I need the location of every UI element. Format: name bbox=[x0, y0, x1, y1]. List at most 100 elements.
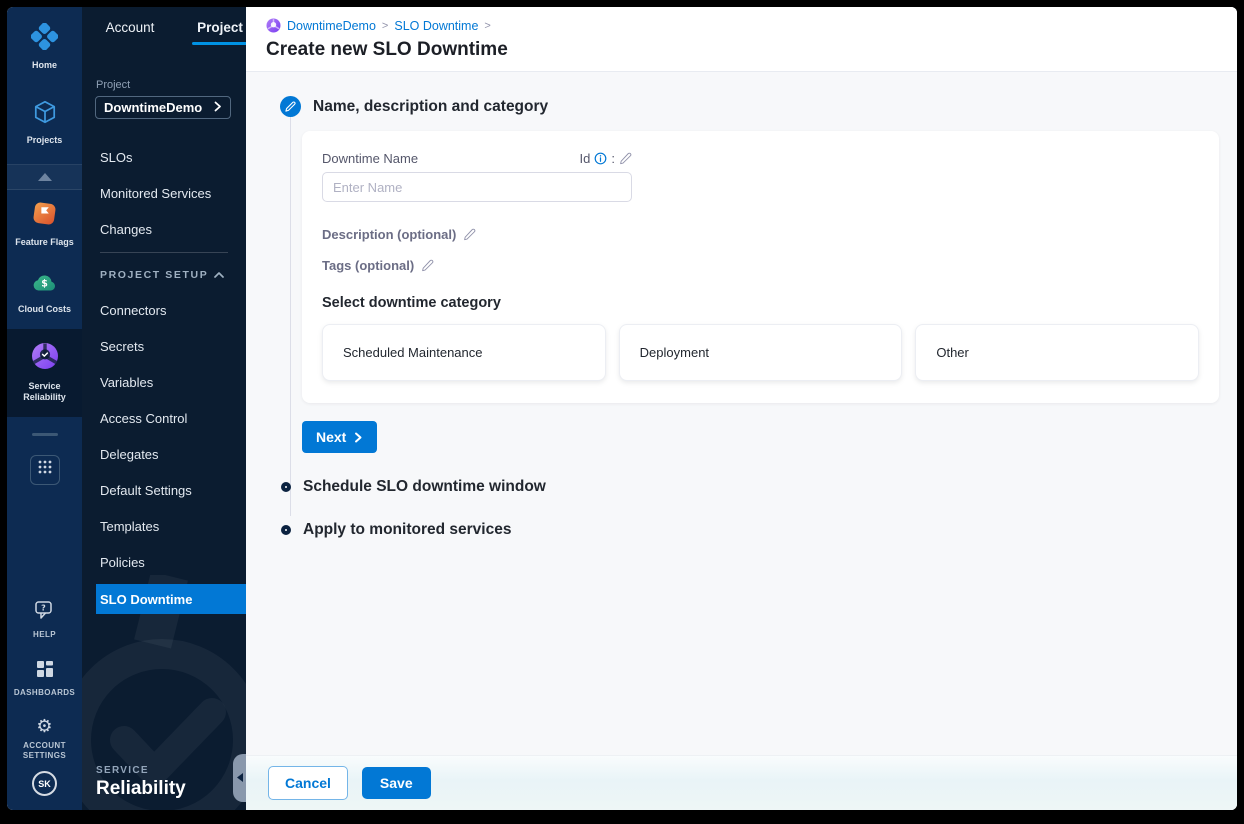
step-1-title: Name, description and category bbox=[313, 97, 549, 115]
tags-label: Tags (optional) bbox=[322, 258, 415, 273]
nav-home[interactable]: Home bbox=[7, 19, 82, 75]
step-2-header[interactable]: Schedule SLO downtime window bbox=[280, 478, 1219, 496]
sidebar-item-templates[interactable]: Templates bbox=[82, 508, 246, 544]
scope-tabs: Account Project bbox=[82, 7, 246, 45]
step-3-radio-icon bbox=[281, 525, 291, 535]
breadcrumb-project-link[interactable]: DowntimeDemo bbox=[287, 19, 376, 33]
chevron-right-icon bbox=[354, 432, 363, 443]
sidebar-item-access-control[interactable]: Access Control bbox=[82, 400, 246, 436]
nav-home-label: Home bbox=[31, 60, 57, 70]
module-name: Reliability bbox=[96, 778, 186, 799]
page-header: DowntimeDemo > SLO Downtime > Create new… bbox=[246, 7, 1237, 72]
nav-service-reliability-label: Service Reliability bbox=[23, 381, 66, 403]
tab-account[interactable]: Account bbox=[102, 20, 158, 45]
collapse-left-icon bbox=[236, 769, 243, 787]
module-label: SERVICE Reliability bbox=[96, 765, 186, 800]
sidebar-item-changes[interactable]: Changes bbox=[82, 211, 246, 247]
action-footer: Cancel Save bbox=[246, 755, 1237, 810]
category-card-other[interactable]: Other bbox=[915, 324, 1200, 381]
dashboards-icon bbox=[36, 660, 54, 683]
sidebar-item-connectors[interactable]: Connectors bbox=[82, 292, 246, 328]
info-icon[interactable] bbox=[594, 152, 607, 165]
nav-feature-flags[interactable]: Feature Flags bbox=[7, 196, 82, 252]
nav-help-label: HELP bbox=[33, 630, 56, 639]
cloud-costs-icon: $ bbox=[31, 270, 59, 299]
sidebar-item-default-settings[interactable]: Default Settings bbox=[82, 472, 246, 508]
tab-project-label: Project bbox=[197, 20, 243, 35]
app-window: Home Projects Feature Flags $ Cloud Cost… bbox=[7, 7, 1237, 810]
nav-projects-label: Projects bbox=[26, 135, 63, 146]
scroll-up-icon bbox=[37, 168, 52, 186]
nav-cloud-costs[interactable]: $ Cloud Costs bbox=[7, 266, 82, 319]
user-avatar[interactable]: SK bbox=[32, 771, 57, 796]
tab-account-label: Account bbox=[105, 20, 155, 35]
breadcrumb-separator: > bbox=[381, 19, 389, 32]
name-description-form: Downtime Name Id : Description (opt bbox=[302, 131, 1219, 403]
projects-cube-icon bbox=[32, 99, 58, 130]
nav-feature-flags-label: Feature Flags bbox=[15, 236, 74, 247]
nav-account-settings-label: ACCOUNT SETTINGS bbox=[22, 741, 67, 760]
chevron-up-icon bbox=[214, 269, 224, 281]
srm-module-icon bbox=[266, 18, 281, 33]
main-area: DowntimeDemo > SLO Downtime > Create new… bbox=[246, 7, 1237, 810]
feature-flags-icon bbox=[31, 200, 58, 232]
chevron-right-icon bbox=[214, 99, 222, 117]
downtime-name-input[interactable] bbox=[322, 172, 632, 202]
nav-projects[interactable]: Projects bbox=[7, 95, 82, 150]
tab-project[interactable]: Project bbox=[192, 20, 246, 45]
help-chat-icon: ? bbox=[34, 600, 56, 625]
project-selector-value: DowntimeDemo bbox=[104, 100, 203, 115]
step-1-active-icon bbox=[280, 96, 301, 117]
sidebar-item-secrets[interactable]: Secrets bbox=[82, 328, 246, 364]
sidebar-item-slos[interactable]: SLOs bbox=[82, 139, 246, 175]
category-cards: Scheduled Maintenance Deployment Other bbox=[322, 324, 1200, 381]
edit-description-pencil-icon[interactable] bbox=[463, 228, 476, 241]
category-card-scheduled-maintenance[interactable]: Scheduled Maintenance bbox=[322, 324, 606, 381]
nav-dashboards-label: DASHBOARDS bbox=[13, 688, 76, 697]
sidebar-menu: SLOs Monitored Services Changes PROJECT … bbox=[82, 139, 246, 614]
sidebar-item-monitored-services[interactable]: Monitored Services bbox=[82, 175, 246, 211]
page-title: Create new SLO Downtime bbox=[266, 39, 508, 60]
step-2-title: Schedule SLO downtime window bbox=[303, 478, 546, 495]
sidebar-item-variables[interactable]: Variables bbox=[82, 364, 246, 400]
edit-id-pencil-icon[interactable] bbox=[619, 152, 632, 165]
project-selector[interactable]: DowntimeDemo bbox=[95, 96, 231, 119]
sidebar-collapse-button[interactable] bbox=[233, 754, 246, 802]
step-3-header[interactable]: Apply to monitored services bbox=[280, 521, 1219, 539]
breadcrumb-slo-downtime-link[interactable]: SLO Downtime bbox=[394, 19, 478, 33]
sidebar-item-slo-downtime[interactable]: SLO Downtime bbox=[96, 584, 246, 614]
svg-text:?: ? bbox=[41, 604, 46, 613]
save-button[interactable]: Save bbox=[361, 767, 431, 799]
step-2-radio-icon bbox=[281, 482, 291, 492]
cancel-button[interactable]: Cancel bbox=[268, 766, 348, 800]
step-1-header[interactable]: Name, description and category bbox=[280, 96, 1219, 117]
id-group: Id : bbox=[580, 151, 632, 166]
breadcrumb-separator-2: > bbox=[484, 19, 491, 32]
edit-tags-pencil-icon[interactable] bbox=[421, 259, 434, 272]
category-card-deployment[interactable]: Deployment bbox=[618, 324, 903, 381]
module-rail: Home Projects Feature Flags $ Cloud Cost… bbox=[7, 7, 82, 810]
service-reliability-icon bbox=[30, 341, 60, 376]
description-row[interactable]: Description (optional) bbox=[322, 227, 1199, 242]
home-icon bbox=[30, 22, 59, 55]
tags-row[interactable]: Tags (optional) bbox=[322, 258, 1199, 273]
id-colon: : bbox=[611, 151, 615, 166]
nav-dashboards[interactable]: DASHBOARDS bbox=[7, 656, 82, 702]
breadcrumb: DowntimeDemo > SLO Downtime > bbox=[266, 18, 1217, 33]
id-label: Id bbox=[579, 151, 591, 166]
next-button[interactable]: Next bbox=[302, 421, 378, 453]
grid-icon bbox=[38, 460, 52, 479]
module-selector-button[interactable] bbox=[29, 454, 60, 485]
description-label: Description (optional) bbox=[322, 227, 457, 242]
sidebar-item-delegates[interactable]: Delegates bbox=[82, 436, 246, 472]
rail-scroll-up[interactable] bbox=[7, 163, 82, 190]
nav-account-settings[interactable]: ⚙ ACCOUNT SETTINGS bbox=[7, 714, 82, 765]
nav-service-reliability[interactable]: Service Reliability bbox=[7, 329, 82, 417]
project-setup-section-toggle[interactable]: PROJECT SETUP bbox=[82, 258, 246, 292]
menu-divider bbox=[100, 252, 228, 253]
sidebar-item-policies[interactable]: Policies bbox=[82, 544, 246, 580]
step-connector-line bbox=[290, 112, 291, 516]
nav-help[interactable]: ? HELP bbox=[7, 596, 82, 644]
name-label-row: Downtime Name Id : bbox=[322, 151, 632, 166]
category-heading: Select downtime category bbox=[322, 295, 501, 311]
